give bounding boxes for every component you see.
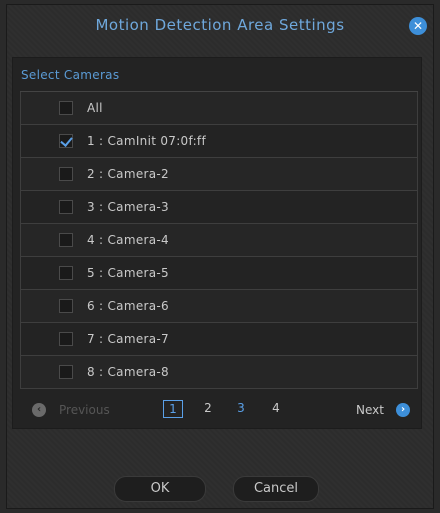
checkbox-camera-2[interactable] (59, 167, 73, 181)
select-cameras-panel: Select Cameras All 1 : CamInit 07:0f:ff … (12, 57, 422, 429)
camera-row-6[interactable]: 6 : Camera-6 (20, 290, 418, 323)
pagination: ‹ Previous 1 2 3 4 Next › (13, 398, 421, 424)
camera-row-4[interactable]: 4 : Camera-4 (20, 224, 418, 257)
ok-button[interactable]: OK (114, 476, 206, 502)
checkbox-camera-7[interactable] (59, 332, 73, 346)
cancel-button[interactable]: Cancel (233, 476, 319, 502)
camera-row-7[interactable]: 7 : Camera-7 (20, 323, 418, 356)
checkbox-all[interactable] (59, 101, 73, 115)
camera-row-5[interactable]: 5 : Camera-5 (20, 257, 418, 290)
next-button[interactable]: Next (356, 403, 384, 417)
camera-label: 4 : Camera-4 (87, 233, 169, 247)
checkbox-camera-4[interactable] (59, 233, 73, 247)
motion-detection-dialog: Motion Detection Area Settings ✕ Select … (6, 4, 434, 509)
camera-row-1[interactable]: 1 : CamInit 07:0f:ff (20, 125, 418, 158)
camera-row-3[interactable]: 3 : Camera-3 (20, 191, 418, 224)
checkbox-camera-8[interactable] (59, 365, 73, 379)
checkbox-camera-5[interactable] (59, 266, 73, 280)
dialog-title: Motion Detection Area Settings (95, 16, 345, 34)
camera-row-8[interactable]: 8 : Camera-8 (20, 356, 418, 389)
camera-label: 1 : CamInit 07:0f:ff (87, 134, 206, 148)
title-bar: Motion Detection Area Settings (7, 5, 433, 45)
camera-label: All (87, 101, 103, 115)
previous-button[interactable]: Previous (59, 403, 110, 417)
checkbox-camera-1[interactable] (59, 134, 73, 148)
section-label: Select Cameras (21, 68, 120, 82)
camera-list: All 1 : CamInit 07:0f:ff 2 : Camera-2 3 … (20, 91, 418, 389)
camera-label: 5 : Camera-5 (87, 266, 169, 280)
previous-icon[interactable]: ‹ (32, 403, 46, 417)
camera-row-2[interactable]: 2 : Camera-2 (20, 158, 418, 191)
camera-label: 3 : Camera-3 (87, 200, 169, 214)
page-3-button[interactable]: 3 (232, 400, 250, 416)
camera-label: 6 : Camera-6 (87, 299, 169, 313)
page-2-button[interactable]: 2 (199, 400, 217, 416)
checkbox-camera-6[interactable] (59, 299, 73, 313)
camera-label: 2 : Camera-2 (87, 167, 169, 181)
camera-label: 8 : Camera-8 (87, 365, 169, 379)
camera-label: 7 : Camera-7 (87, 332, 169, 346)
checkbox-camera-3[interactable] (59, 200, 73, 214)
camera-row-all[interactable]: All (20, 92, 418, 125)
next-icon[interactable]: › (396, 403, 410, 417)
page-4-button[interactable]: 4 (267, 400, 285, 416)
close-icon[interactable]: ✕ (409, 17, 427, 35)
page-1-button[interactable]: 1 (163, 400, 183, 418)
